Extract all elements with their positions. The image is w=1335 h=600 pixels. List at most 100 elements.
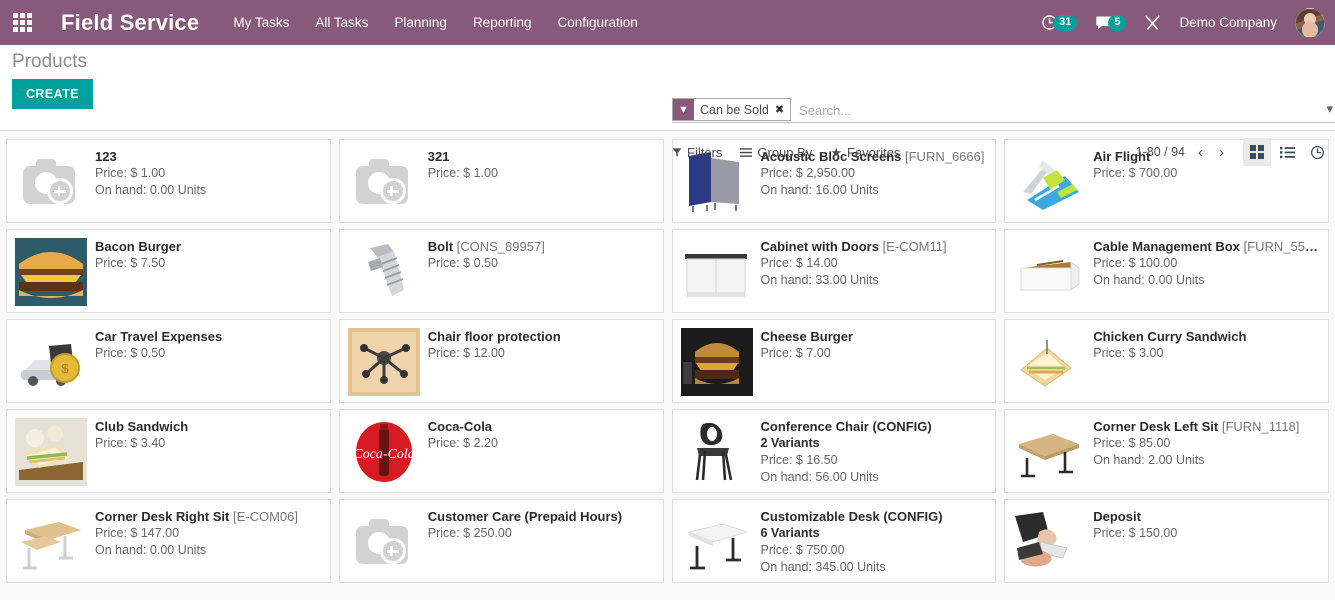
kanban-card[interactable]: 123 Price: $ 1.00 On hand: 0.00 Units [6,139,331,223]
product-price: Price: $ 2,950.00 [760,166,856,180]
kanban-card-body: Cable Management Box [FURN_5555] Price: $… [1093,236,1320,306]
product-image [15,146,87,218]
main-menu-bar: My Tasks All Tasks Planning Reporting Co… [233,15,637,30]
app-brand-title[interactable]: Field Service [61,10,199,36]
kanban-card-body: Deposit Price: $ 150.00 [1093,506,1320,576]
company-switcher[interactable]: Demo Company [1179,15,1277,30]
kanban-card[interactable]: Customer Care (Prepaid Hours) Price: $ 25… [338,499,664,583]
view-switcher-list[interactable] [1273,138,1301,166]
create-button[interactable]: CREATE [12,79,93,109]
menu-item-planning[interactable]: Planning [394,15,447,30]
pager-previous-button[interactable]: ‹ [1195,145,1206,160]
kanban-card[interactable]: Corner Desk Right Sit [E-COM06] Price: $ … [6,499,331,583]
product-price: Price: $ 7.50 [95,256,166,270]
product-name: Conference Chair (CONFIG) [760,419,932,434]
product-name: Bolt [CONS_89957] [427,239,545,254]
kanban-card[interactable]: Deposit Price: $ 150.00 [1004,499,1329,583]
kanban-card[interactable]: Cheese Burger Price: $ 7.00 [671,319,997,403]
top-navbar: Field Service My Tasks All Tasks Plannin… [0,0,1335,45]
menu-item-all-tasks[interactable]: All Tasks [315,15,368,30]
kanban-card-body: Chair floor protection Price: $ 12.00 [428,326,655,396]
menu-item-reporting[interactable]: Reporting [473,15,532,30]
filters-menu-button[interactable]: Filters [672,145,722,160]
svg-text:Coca-Cola: Coca-Cola [353,447,414,462]
apps-menu-button[interactable] [0,0,45,45]
kanban-card-body: Club Sandwich Price: $ 3.40 [95,416,322,486]
close-icon[interactable]: ✖ [773,99,790,120]
pager-next-button[interactable]: › [1216,145,1227,160]
control-panel-bottom: Filters Group By ★ Favorites 1-80 / 94 ‹… [672,137,1335,167]
kanban-card[interactable]: Chair floor protection Price: $ 12.00 [338,319,664,403]
product-image [348,236,420,308]
control-panel-left: Products CREATE [12,51,93,109]
search-input[interactable] [791,98,1335,122]
kanban-card-body: Car Travel Expenses Price: $ 0.50 [95,326,322,396]
view-switcher-kanban[interactable] [1243,138,1271,166]
kanban-card[interactable]: Conference Chair (CONFIG) 2 Variants Price… [671,409,997,493]
product-image: Coca-Cola [348,416,420,488]
groupby-menu-button[interactable]: Group By [740,145,812,160]
kanban-card[interactable]: Bacon Burger Price: $ 7.50 [6,229,331,313]
product-internal-reference: [E-COM11] [882,239,947,254]
product-image [681,506,753,578]
kanban-card[interactable]: Customizable Desk (CONFIG) 6 Variants Pric… [671,499,997,583]
avatar[interactable] [1295,7,1325,38]
menu-item-my-tasks[interactable]: My Tasks [233,15,289,30]
pager-value[interactable]: 1-80 / 94 [1136,145,1185,159]
kanban-card[interactable]: Corner Desk Left Sit [FURN_1118] Price: $… [1004,409,1329,493]
kanban-card-body: Chicken Curry Sandwich Price: $ 3.00 [1093,326,1320,396]
debug-menu-button[interactable] [1144,14,1161,31]
product-name: 321 [427,149,450,164]
product-image [1013,236,1085,308]
product-price: Price: $ 150.00 [1093,526,1178,540]
filter-funnel-icon: ▼ [673,99,694,120]
product-on-hand-quantity: On hand: 56.00 Units [760,470,879,484]
search-facet-can-be-sold[interactable]: ▼ Can be Sold ✖ [672,98,792,121]
view-switcher-activity[interactable] [1303,138,1331,166]
favorites-menu-button[interactable]: ★ Favorites [830,145,900,160]
product-name: Customer Care (Prepaid Hours) [427,509,623,524]
product-price: Price: $ 7.00 [760,346,831,360]
product-price: Price: $ 3.00 [1093,346,1164,360]
favorites-label: Favorites [846,144,901,160]
star-icon: ★ [830,144,842,160]
messages-menu-button[interactable]: 5 [1095,14,1127,31]
kanban-card-body: Corner Desk Right Sit [E-COM06] Price: $ … [95,506,322,576]
kanban-card[interactable]: $ Car Travel Expenses Price: $ 0.50 [6,319,331,403]
product-on-hand-quantity: On hand: 0.00 Units [95,543,207,557]
product-image [347,326,420,398]
kanban-card[interactable]: Bolt [CONS_89957] Price: $ 0.50 [338,229,664,313]
product-name: Corner Desk Right Sit [E-COM06] [95,509,298,524]
product-image [1013,326,1085,398]
product-image [348,146,420,218]
kanban-card-body: 123 Price: $ 1.00 On hand: 0.00 Units [95,146,322,216]
product-price: Price: $ 0.50 [95,346,166,360]
kanban-card[interactable]: Chicken Curry Sandwich Price: $ 3.00 [1004,319,1329,403]
product-name: Bacon Burger [95,239,181,254]
product-internal-reference: [FURN_1118] [1221,419,1300,434]
product-price: Price: $ 100.00 [1093,256,1178,270]
kanban-card-body: Bolt [CONS_89957] Price: $ 0.50 [428,236,655,306]
product-price: Price: $ 750.00 [760,543,845,557]
kanban-card[interactable]: Club Sandwich Price: $ 3.40 [6,409,331,493]
product-price: Price: $ 85.00 [1093,436,1171,450]
product-price: Price: $ 12.00 [427,346,505,360]
kanban-grid-icon [1250,145,1264,159]
menu-item-configuration[interactable]: Configuration [557,15,637,30]
chevron-down-icon[interactable]: ▾ [1326,101,1333,117]
kanban-view[interactable]: 123 Price: $ 1.00 On hand: 0.00 Units 321 Pr… [0,131,1335,600]
product-internal-reference: [E-COM06] [232,509,298,524]
kanban-card[interactable]: Cabinet with Doors [E-COM11] Price: $ 14.… [671,229,997,313]
kanban-card[interactable]: Coca-Cola Coca-Cola Price: $ 2.20 [338,409,664,493]
kanban-card-body: Customizable Desk (CONFIG) 6 Variants Pric… [761,506,988,576]
product-name: Club Sandwich [95,419,189,434]
kanban-card[interactable]: 321 Price: $ 1.00 [338,139,664,223]
groupby-label: Group By [757,144,813,160]
kanban-card[interactable]: Cable Management Box [FURN_5555] Price: $… [1004,229,1329,313]
product-name: 123 [95,149,117,164]
product-name: Customizable Desk (CONFIG) [760,509,943,524]
kanban-card-body: Cabinet with Doors [E-COM11] Price: $ 14.… [761,236,988,306]
kanban-card-body: Corner Desk Left Sit [FURN_1118] Price: $… [1093,416,1320,486]
activities-menu-button[interactable]: 31 [1041,14,1078,31]
product-price: Price: $ 250.00 [427,526,512,540]
